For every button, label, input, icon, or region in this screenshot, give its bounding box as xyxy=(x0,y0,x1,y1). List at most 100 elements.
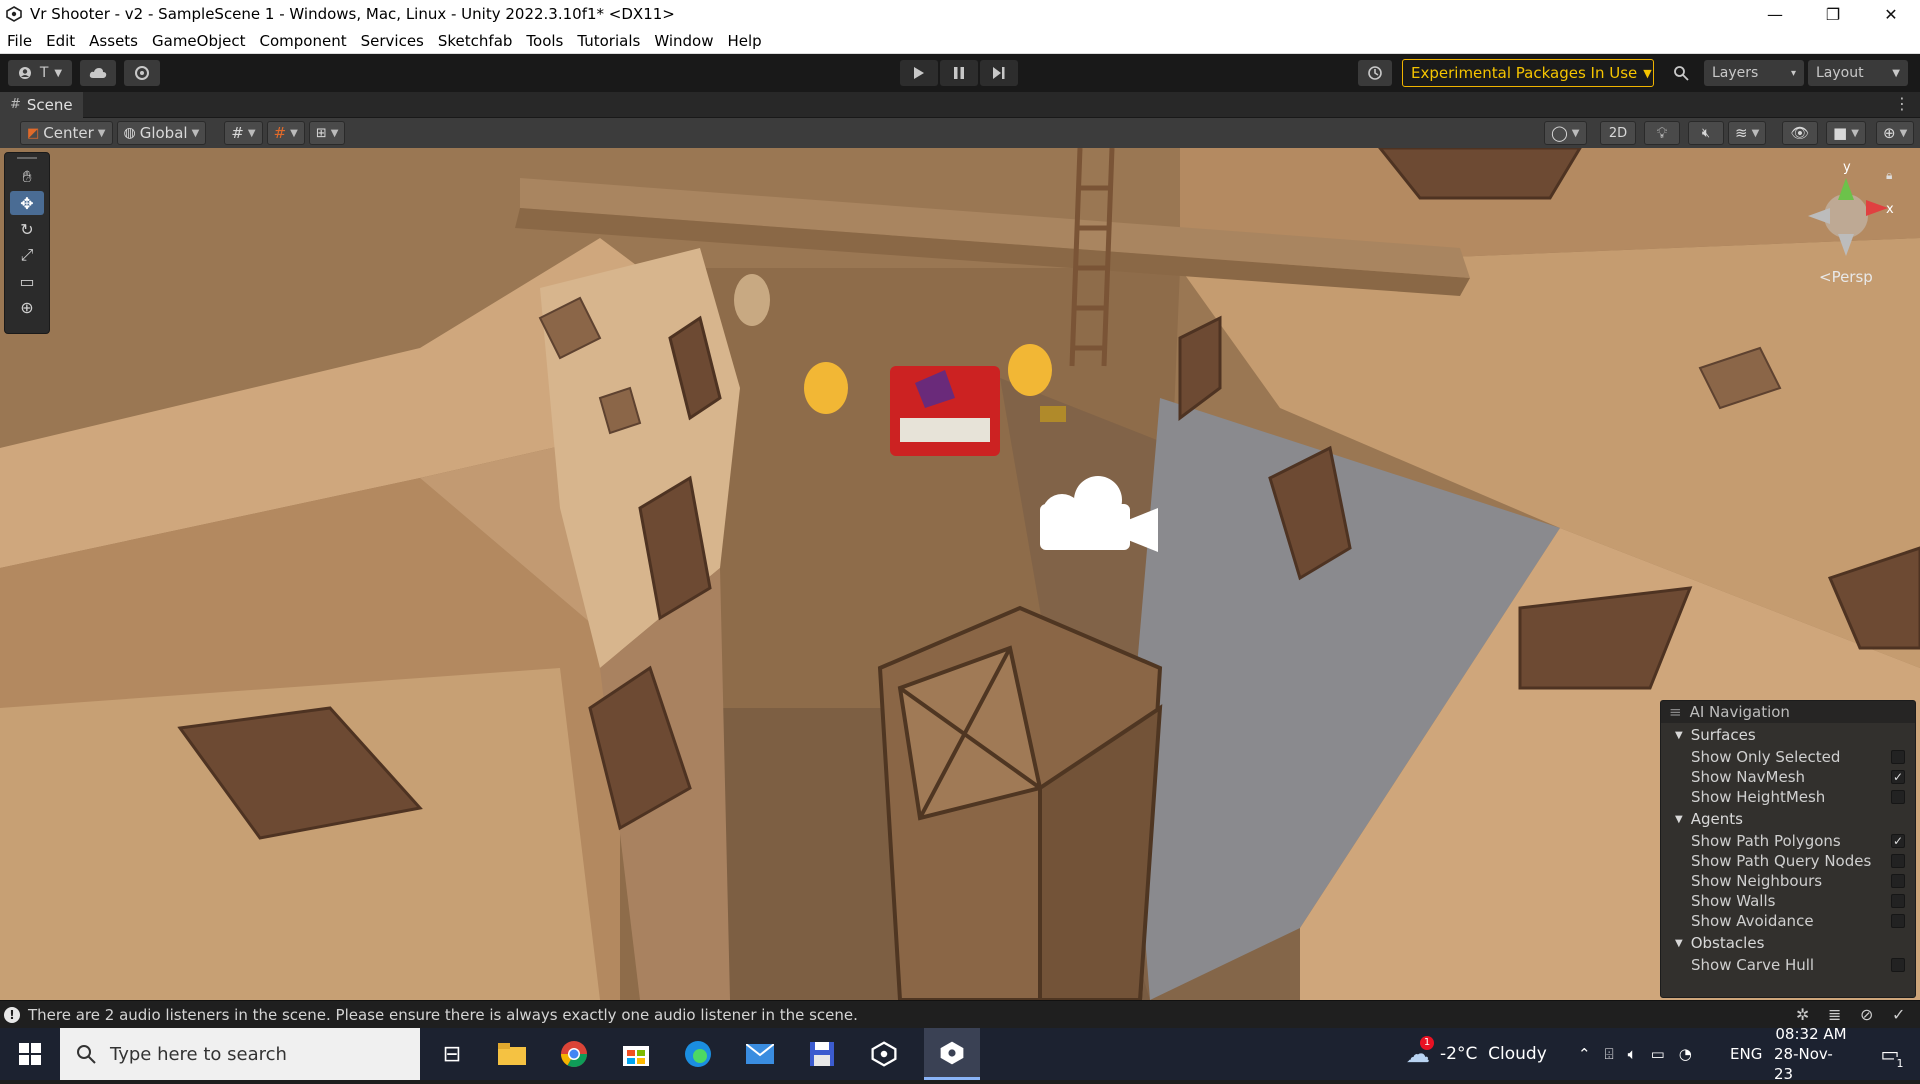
increment-snap-dropdown[interactable]: # ▼ xyxy=(266,121,305,145)
menu-tools[interactable]: Tools xyxy=(519,32,570,50)
layout-dropdown[interactable]: Layout ▼ xyxy=(1808,60,1908,86)
unity-editor-button[interactable] xyxy=(924,1028,980,1080)
rect-tool[interactable]: ▭ xyxy=(10,269,44,293)
checkbox[interactable] xyxy=(1891,854,1905,868)
checkbox[interactable] xyxy=(1891,914,1905,928)
toggle-show-avoidance[interactable]: Show Avoidance xyxy=(1661,911,1915,931)
toggle-show-navmesh[interactable]: Show NavMesh ✓ xyxy=(1661,767,1915,787)
lock-icon[interactable]: 🔒︎ xyxy=(1886,168,1892,183)
menu-help[interactable]: Help xyxy=(720,32,768,50)
hand-tool[interactable]: ✋︎ xyxy=(10,165,44,189)
search-icon xyxy=(1674,66,1689,81)
layers-dropdown[interactable]: Layers ▾ xyxy=(1704,60,1804,86)
unity-hub-button[interactable] xyxy=(862,1036,906,1072)
checkbox[interactable] xyxy=(1891,958,1905,972)
weather-widget[interactable]: ☁︎ 1 -2°C Cloudy xyxy=(1406,1028,1547,1080)
chrome-button[interactable] xyxy=(552,1036,596,1072)
status-message[interactable]: There are 2 audio listeners in the scene… xyxy=(28,1006,858,1024)
chevron-up-icon[interactable]: ⌃ xyxy=(1578,1045,1591,1063)
toggle-2d-button[interactable]: 2D xyxy=(1600,121,1636,145)
audio-toggle[interactable]: 🔇︎ xyxy=(1688,121,1724,145)
auto-generate-icon[interactable]: ⊘ xyxy=(1860,1005,1873,1024)
cloud-button[interactable] xyxy=(80,60,116,86)
volume-icon[interactable]: 🔈︎ xyxy=(1628,1045,1637,1063)
menu-window[interactable]: Window xyxy=(647,32,720,50)
account-dropdown[interactable]: T ▼ xyxy=(8,60,72,86)
store-button[interactable] xyxy=(614,1036,658,1072)
toggle-show-carve-hull[interactable]: Show Carve Hull xyxy=(1661,955,1915,975)
menu-component[interactable]: Component xyxy=(253,32,354,50)
search-button[interactable] xyxy=(1664,60,1698,86)
menu-assets[interactable]: Assets xyxy=(82,32,145,50)
language-indicator[interactable]: ENG xyxy=(1730,1028,1762,1080)
tab-scene[interactable]: # Scene xyxy=(0,91,83,118)
lighting-toggle[interactable]: 💡︎ xyxy=(1644,121,1680,145)
stack-icon[interactable]: ≣ xyxy=(1828,1005,1841,1024)
checkbox-checked[interactable]: ✓ xyxy=(1891,770,1905,784)
align-dropdown[interactable]: ⊞ ▼ xyxy=(308,121,346,145)
toggle-show-path-polygons[interactable]: Show Path Polygons ✓ xyxy=(1661,831,1915,851)
scene-viewport[interactable]: y x <Persp 🔒︎ xyxy=(0,148,1920,1000)
checkbox[interactable] xyxy=(1891,874,1905,888)
grid-snap-dropdown[interactable]: # ▼ xyxy=(224,121,263,145)
persp-label[interactable]: <Persp xyxy=(1819,268,1873,286)
checkbox[interactable] xyxy=(1891,750,1905,764)
edge-button[interactable] xyxy=(676,1036,720,1072)
menu-file[interactable]: File xyxy=(0,32,39,50)
toggle-show-heightmesh[interactable]: Show HeightMesh xyxy=(1661,787,1915,807)
checkbox[interactable] xyxy=(1891,894,1905,908)
bug-icon[interactable]: ✲ xyxy=(1796,1005,1809,1024)
menu-gameobject[interactable]: GameObject xyxy=(145,32,253,50)
minimize-button[interactable]: — xyxy=(1746,0,1804,28)
menu-sketchfab[interactable]: Sketchfab xyxy=(431,32,520,50)
scene-visibility-toggle[interactable]: 👁︎ xyxy=(1782,121,1818,145)
scale-icon: ⤢ xyxy=(20,245,34,264)
collab-button[interactable] xyxy=(124,60,160,86)
toggle-show-path-query-nodes[interactable]: Show Path Query Nodes xyxy=(1661,851,1915,871)
section-surfaces[interactable]: ▼ Surfaces xyxy=(1661,723,1915,747)
close-button[interactable]: ✕ xyxy=(1862,0,1920,28)
device-icon[interactable]: ⌹ xyxy=(1605,1045,1614,1063)
drag-handle[interactable] xyxy=(17,157,37,159)
play-button[interactable] xyxy=(900,60,938,86)
menu-edit[interactable]: Edit xyxy=(39,32,82,50)
section-agents[interactable]: ▼ Agents xyxy=(1661,807,1915,831)
menu-services[interactable]: Services xyxy=(354,32,431,50)
file-explorer-button[interactable] xyxy=(490,1036,534,1072)
gizmos-dropdown[interactable]: ⊕ ▼ xyxy=(1876,121,1915,145)
notification-center-button[interactable]: ▭ 1 xyxy=(1870,1028,1910,1080)
mail-button[interactable] xyxy=(738,1036,782,1072)
toggle-show-walls[interactable]: Show Walls xyxy=(1661,891,1915,911)
scale-tool[interactable]: ⤢ xyxy=(10,243,44,267)
battery-icon[interactable]: ▭ xyxy=(1651,1045,1665,1063)
maximize-button[interactable]: ❐ xyxy=(1804,0,1862,28)
effects-dropdown[interactable]: ≋ ▼ xyxy=(1728,121,1767,145)
camera-dropdown[interactable]: ■ ▼ xyxy=(1826,121,1866,145)
step-button[interactable] xyxy=(980,60,1018,86)
wifi-icon[interactable]: ◔ xyxy=(1679,1045,1692,1063)
toggle-show-neighbours[interactable]: Show Neighbours xyxy=(1661,871,1915,891)
pivot-dropdown[interactable]: ◩ Center ▼ xyxy=(20,121,113,145)
checkbox[interactable] xyxy=(1891,790,1905,804)
ai-navigation-header[interactable]: ≡ AI Navigation xyxy=(1661,701,1915,723)
history-button[interactable] xyxy=(1358,60,1392,86)
transform-icon: ⊕ xyxy=(20,297,34,317)
checkbox-checked[interactable]: ✓ xyxy=(1891,834,1905,848)
move-tool[interactable]: ✥ xyxy=(10,191,44,215)
rotate-tool[interactable]: ↻ xyxy=(10,217,44,241)
windows-start-button[interactable] xyxy=(8,1036,52,1072)
menu-tutorials[interactable]: Tutorials xyxy=(570,32,647,50)
toggle-show-only-selected[interactable]: Show Only Selected xyxy=(1661,747,1915,767)
experimental-packages-dropdown[interactable]: Experimental Packages In Use ▼ xyxy=(1402,59,1654,87)
taskbar-search-box[interactable]: Type here to search xyxy=(60,1028,420,1080)
transform-tool[interactable]: ⊕ xyxy=(10,295,44,319)
section-obstacles[interactable]: ▼ Obstacles xyxy=(1661,931,1915,955)
shading-dropdown[interactable]: ◯ ▼ xyxy=(1544,121,1587,145)
clock[interactable]: 08:32 AM 28-Nov-23 xyxy=(1774,1025,1848,1083)
save-app-button[interactable] xyxy=(800,1036,844,1072)
more-options-icon[interactable]: ⋮ xyxy=(1894,94,1910,113)
space-dropdown[interactable]: ◍ Global ▼ xyxy=(116,121,207,145)
check-icon[interactable]: ✓ xyxy=(1892,1005,1905,1024)
task-view-button[interactable]: ⊟ xyxy=(430,1036,474,1072)
pause-button[interactable] xyxy=(940,60,978,86)
